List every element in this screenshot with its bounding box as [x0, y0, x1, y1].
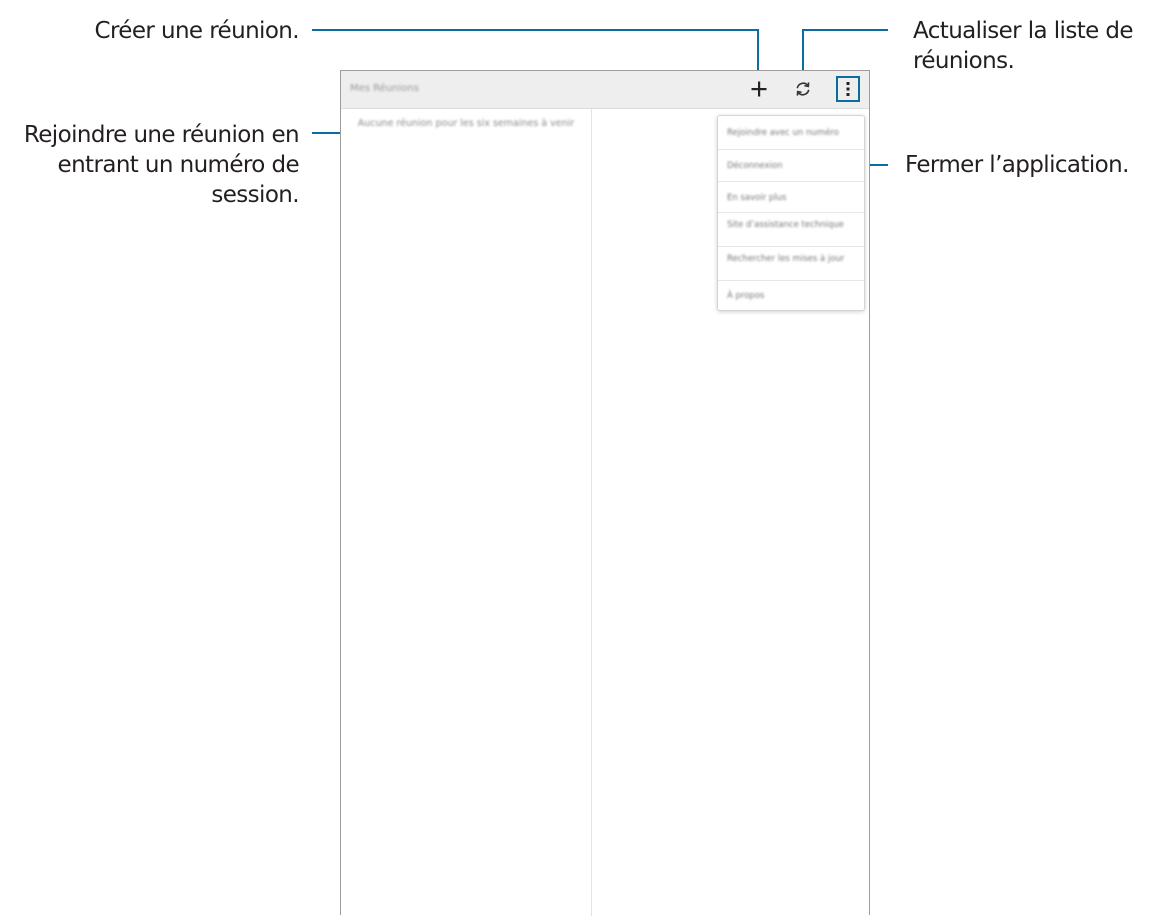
leader-create-h — [312, 29, 759, 31]
callout-close-text: Fermer l’application. — [905, 152, 1129, 178]
app-toolbar: Mes Réunions — [341, 71, 869, 109]
toolbar-title: Mes Réunions — [350, 83, 419, 94]
leader-refresh-h — [802, 29, 888, 31]
callout-join-line-1: Rejoindre une réunion en — [23, 122, 300, 148]
menu-item-label: Rejoindre avec un numéro — [727, 128, 839, 138]
callout-refresh-list: Actualiser la liste de réunions. — [913, 16, 1134, 76]
create-meeting-button[interactable] — [745, 75, 773, 103]
callout-close-app: Fermer l’application. — [905, 150, 1129, 180]
menu-item-check-updates[interactable]: Rechercher les mises à jour — [718, 247, 864, 281]
menu-item-label: Déconnexion — [727, 161, 783, 171]
callout-create-meeting: Créer une réunion. — [95, 16, 300, 46]
menu-item-about[interactable]: À propos — [718, 281, 864, 310]
menu-item-label: Site d’assistance technique — [727, 220, 844, 230]
menu-item-join-with-number[interactable]: Rejoindre avec un numéro — [718, 116, 864, 150]
menu-item-learn-more[interactable]: En savoir plus — [718, 182, 864, 213]
menu-item-support-site[interactable]: Site d’assistance technique — [718, 213, 864, 247]
callout-join-line-3: session. — [211, 182, 299, 208]
app-screen: Mes Réunions Aucune réunion pour les six… — [340, 70, 870, 916]
refresh-icon — [796, 82, 810, 96]
menu-item-logout[interactable]: Déconnexion — [718, 150, 864, 182]
plus-icon — [751, 81, 767, 97]
callout-create-text: Créer une réunion. — [94, 18, 300, 44]
overflow-menu: Rejoindre avec un numéro Déconnexion En … — [717, 115, 865, 311]
callout-refresh-line-1: Actualiser la liste de — [913, 18, 1134, 44]
callout-join-meeting: Rejoindre une réunion en entrant un numé… — [23, 120, 300, 210]
meetings-list-pane: Aucune réunion pour les six semaines à v… — [341, 109, 592, 916]
menu-item-label: En savoir plus — [727, 193, 787, 203]
refresh-button[interactable] — [789, 75, 817, 103]
menu-item-label: Rechercher les mises à jour — [727, 254, 845, 264]
empty-meetings-message: Aucune réunion pour les six semaines à v… — [357, 118, 575, 129]
menu-item-label: À propos — [727, 291, 765, 301]
more-options-button[interactable] — [836, 76, 860, 102]
callout-refresh-line-2: réunions. — [913, 48, 1015, 74]
callout-join-line-2: entrant un numéro de — [57, 152, 300, 178]
more-vertical-icon — [846, 82, 850, 96]
